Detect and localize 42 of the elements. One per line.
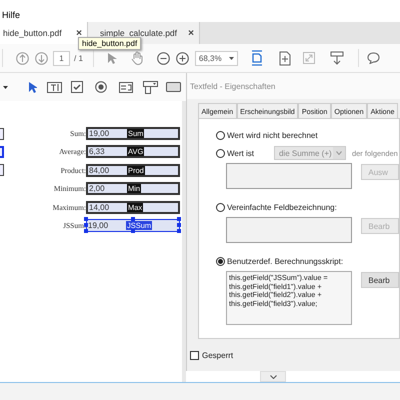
radio-button[interactable]: [216, 130, 225, 140]
form-field[interactable]: [0, 146, 4, 158]
zoom-in-icon[interactable]: [176, 52, 189, 64]
download-tray-icon[interactable]: [330, 51, 344, 65]
checkbox-icon[interactable]: [71, 81, 83, 93]
radio-label: Vereinfachte Feldbezeichnung:: [227, 202, 337, 212]
button-icon[interactable]: [166, 82, 181, 92]
radio-label: Benutzerdef. Berechnungsskript:: [227, 256, 344, 266]
edit-button[interactable]: Bearb: [361, 272, 399, 288]
pointer-icon[interactable]: [106, 52, 117, 64]
checkbox[interactable]: [190, 351, 199, 360]
form-field[interactable]: [0, 128, 4, 140]
dropdown-caret-icon[interactable]: [3, 86, 8, 88]
menu-item[interactable]: Hilfe: [2, 10, 20, 20]
dropdown-field-icon[interactable]: [143, 80, 158, 94]
tooltip: hide_button.pdf: [78, 37, 142, 50]
pointer-icon[interactable]: [28, 80, 37, 94]
comment-icon[interactable]: [366, 52, 380, 64]
zoom-dropdown[interactable]: 68,3%: [194, 50, 238, 66]
radio-button[interactable]: [216, 148, 225, 158]
radio-button-icon[interactable]: [95, 81, 107, 93]
radio-button[interactable]: [216, 202, 225, 212]
hand-icon[interactable]: [130, 51, 144, 65]
radio-button[interactable]: [216, 256, 225, 266]
page-number-field[interactable]: 1: [53, 50, 70, 66]
zoom-out-icon[interactable]: [156, 52, 170, 64]
close-tab-button[interactable]: ×: [188, 28, 194, 38]
text-field-icon[interactable]: [47, 82, 62, 92]
collapse-button[interactable]: [260, 371, 286, 382]
close-tab-button[interactable]: ×: [76, 28, 82, 38]
form-field[interactable]: [0, 164, 4, 176]
list-box-icon[interactable]: [119, 82, 133, 92]
page-count: / 1: [74, 54, 83, 62]
dialog-title: Textfeld - Eigenschaften: [187, 73, 400, 99]
dropdown-caret-icon: [228, 56, 234, 60]
checkbox-label: Gesperrt: [202, 351, 234, 360]
radio-label: Wert wird nicht berechnet: [227, 130, 318, 140]
radio-label: Wert ist: [227, 148, 254, 158]
page-icon[interactable]: [278, 50, 291, 66]
dropdown-caret-icon: [336, 151, 342, 155]
chevron-down-icon: [270, 374, 276, 378]
fit-page-icon[interactable]: [250, 50, 263, 66]
